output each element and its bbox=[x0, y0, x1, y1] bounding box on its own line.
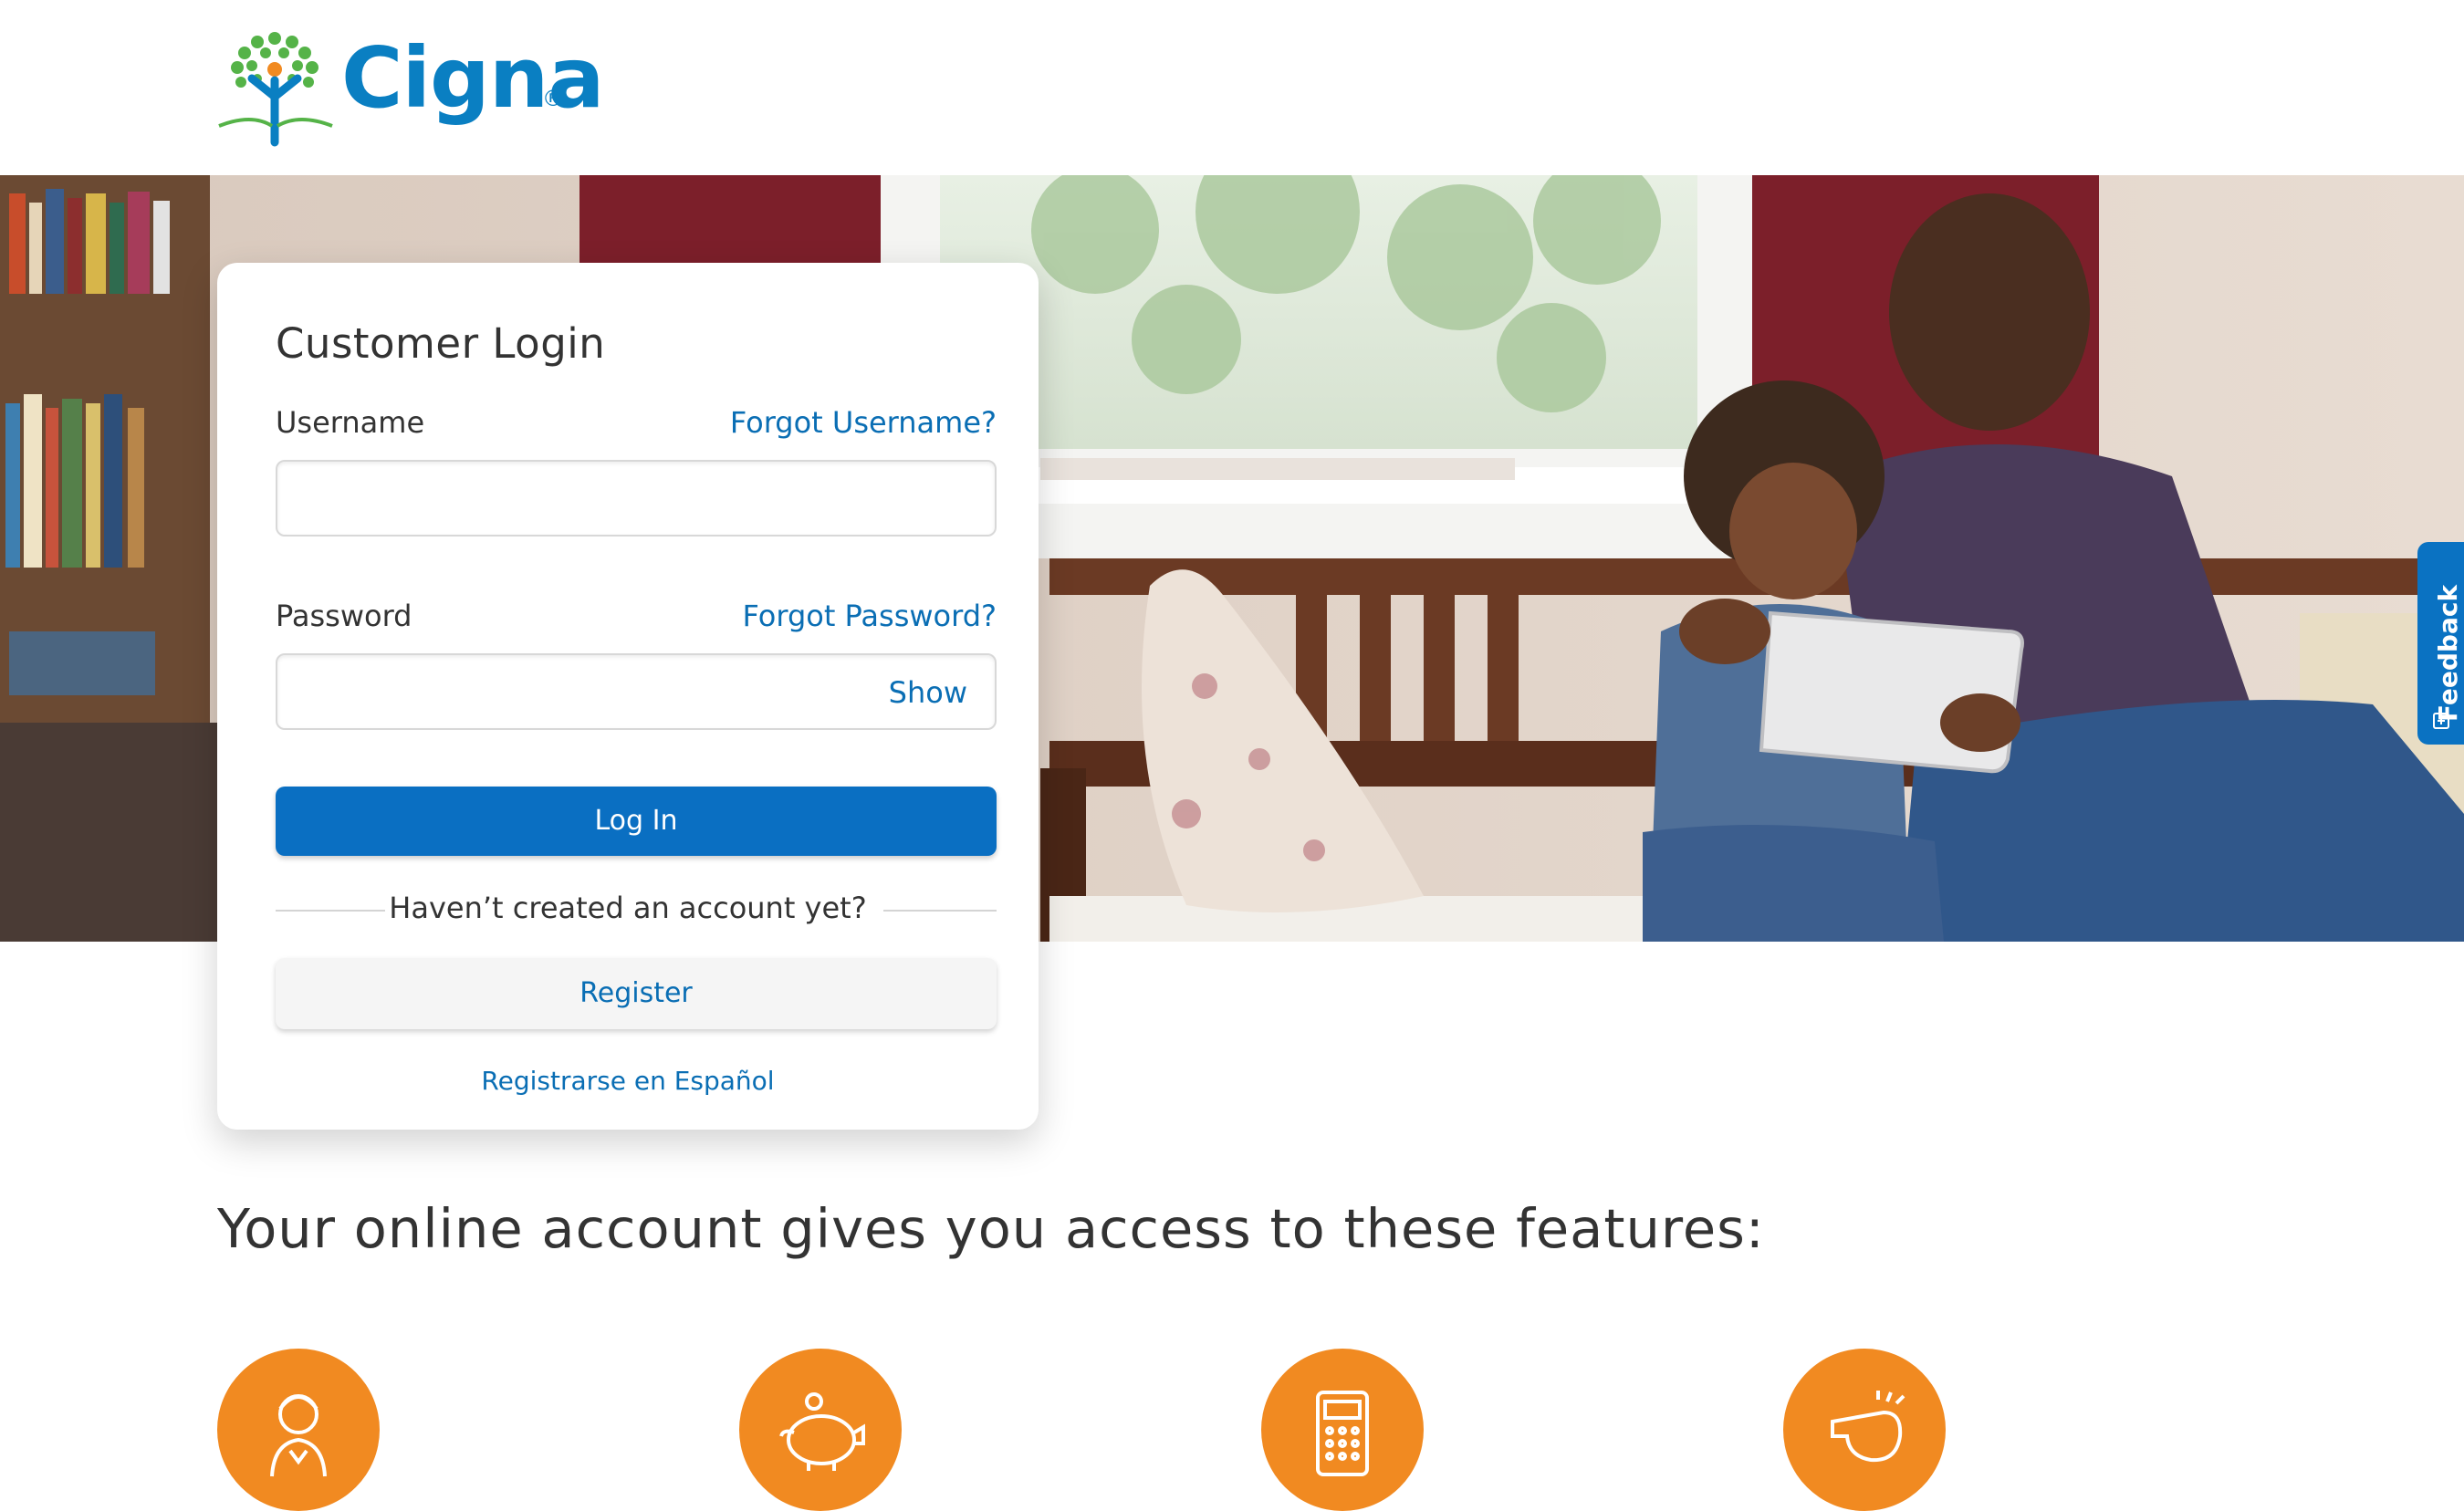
username-input[interactable] bbox=[276, 460, 997, 537]
register-button[interactable]: Register bbox=[276, 958, 997, 1029]
password-label-row: Password Forgot Password? bbox=[276, 599, 997, 639]
feature-wellness[interactable] bbox=[1783, 1349, 1946, 1511]
login-button[interactable]: Log In bbox=[276, 787, 997, 856]
feedback-icon bbox=[2433, 713, 2449, 729]
cigna-logo[interactable]: Cigna ® bbox=[215, 26, 604, 148]
feedback-tab[interactable]: Feedback bbox=[2417, 542, 2464, 745]
feature-savings[interactable] bbox=[739, 1349, 902, 1511]
logo-wordmark: Cigna bbox=[341, 29, 604, 127]
login-title: Customer Login bbox=[276, 319, 606, 368]
no-account-text: Haven’t created an account yet? bbox=[389, 891, 867, 925]
whistle-icon bbox=[1831, 1391, 1905, 1463]
site-header: Cigna ® bbox=[0, 0, 2464, 175]
features-heading: Your online account gives you access to … bbox=[217, 1197, 1765, 1260]
username-label-row: Username Forgot Username? bbox=[276, 405, 997, 445]
forgot-username-link[interactable]: Forgot Username? bbox=[730, 405, 997, 440]
registered-mark: ® bbox=[542, 86, 564, 111]
forgot-password-link[interactable]: Forgot Password? bbox=[743, 599, 997, 633]
piggy-bank-icon bbox=[779, 1392, 865, 1471]
divider-right bbox=[883, 910, 997, 912]
feature-doctor[interactable] bbox=[217, 1349, 380, 1511]
password-label: Password bbox=[276, 599, 412, 633]
feature-cost-estimator[interactable] bbox=[1261, 1349, 1424, 1511]
register-spanish-link[interactable]: Registrarse en Español bbox=[217, 1066, 1039, 1096]
doctor-icon bbox=[270, 1394, 327, 1477]
show-password-button[interactable]: Show bbox=[889, 675, 967, 710]
login-card: Customer Login Username Forgot Username?… bbox=[217, 263, 1039, 1130]
tree-of-life-icon bbox=[218, 32, 333, 147]
calculator-icon bbox=[1316, 1391, 1369, 1476]
username-label: Username bbox=[276, 405, 425, 440]
password-input[interactable]: Show bbox=[276, 653, 997, 730]
